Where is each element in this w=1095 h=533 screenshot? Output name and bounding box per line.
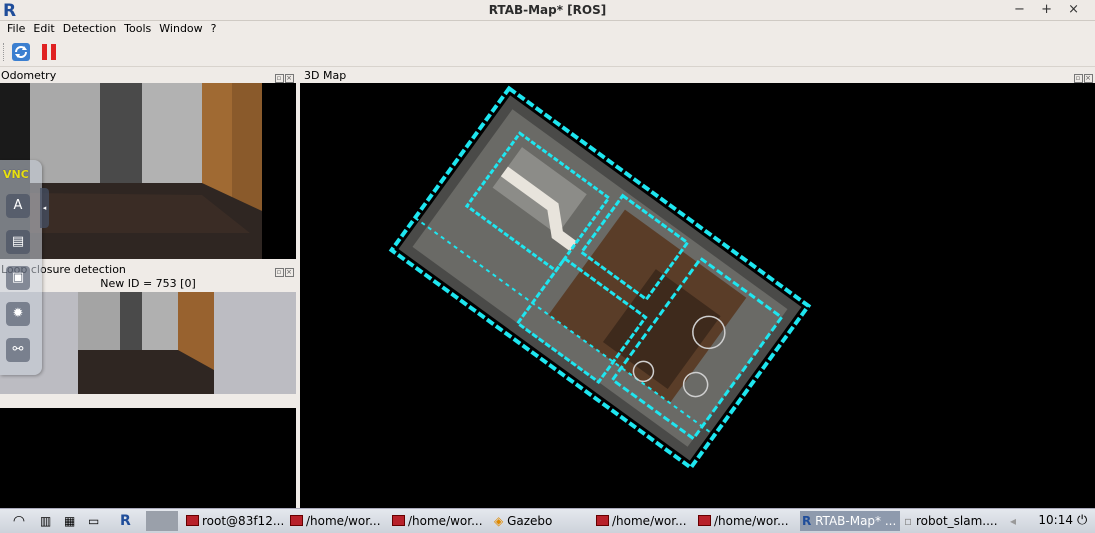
vnc-logo: VNC (3, 168, 29, 181)
empty-dock-area (0, 408, 296, 508)
workspace-switcher[interactable] (146, 511, 178, 531)
float-icon[interactable]: ▫ (1074, 74, 1083, 83)
map3d-title: 3D Map (304, 69, 347, 82)
terminal-icon (186, 515, 199, 526)
menu-bar: File Edit Detection Tools Window? (0, 21, 1095, 37)
rtabmap-launcher-icon[interactable]: R (120, 511, 136, 531)
menu-file[interactable]: File (3, 21, 29, 37)
float-icon[interactable]: ▫ (275, 268, 284, 277)
taskbar-item-terminal-4[interactable]: /home/wor... (596, 511, 694, 531)
window-title-bar: R RTAB-Map* [ROS] − + × (0, 0, 1095, 21)
browser-icon[interactable]: ▦ (64, 511, 82, 531)
taskbar-item-terminal-3[interactable]: /home/wor... (392, 511, 490, 531)
odometry-view (0, 83, 296, 259)
loop-closure-dock-title: Loop closure detection ▫ × (0, 262, 296, 277)
taskbar-item-robot-slam[interactable]: ▫ robot_slam.... (904, 511, 1004, 531)
loop-closure-view (0, 292, 296, 394)
odometry-dock-title: Odometry ▫ × (0, 68, 296, 83)
volume-icon[interactable]: ◂ (1010, 511, 1030, 531)
settings-icon[interactable]: ✹ (6, 302, 30, 326)
toolbar (0, 37, 1095, 67)
clipboard-icon[interactable]: ▤ (6, 230, 30, 254)
refresh-icon[interactable] (11, 42, 31, 62)
taskbar-item-gazebo[interactable]: ◈ Gazebo (494, 511, 586, 531)
loop-closure-spacer (0, 394, 296, 408)
taskbar-item-terminal-2[interactable]: /home/wor... (290, 511, 388, 531)
odometry-scene-image (0, 83, 296, 259)
close-icon[interactable]: × (1084, 74, 1093, 83)
taskbar-item-rtabmap[interactable]: R RTAB-Map* ... (800, 511, 900, 531)
rtabmap-icon: R (802, 514, 812, 528)
odometry-title: Odometry (1, 69, 57, 82)
menu-help[interactable]: ? (207, 21, 221, 37)
close-icon[interactable]: × (285, 268, 294, 277)
power-icon[interactable]: ⏻ (1077, 511, 1093, 531)
gazebo-icon: ◈ (494, 514, 504, 528)
map3d-dock-title: 3D Map ▫ × (300, 68, 1095, 83)
screenshot-icon[interactable]: ▣ (6, 266, 30, 290)
menu-detection[interactable]: Detection (59, 21, 120, 37)
desktop-icon[interactable]: ▭ (88, 511, 106, 531)
point-cloud-map (388, 85, 812, 471)
window-title: RTAB-Map* [ROS] (488, 3, 607, 17)
vnc-collapse-handle[interactable]: ◂ (40, 188, 49, 228)
file-manager-icon[interactable]: ▥ (40, 511, 58, 531)
close-icon[interactable]: × (285, 74, 294, 83)
menu-edit[interactable]: Edit (29, 21, 58, 37)
map3d-view[interactable] (300, 83, 1095, 508)
start-menu-icon[interactable]: ◠ (4, 511, 34, 531)
window-controls[interactable]: − + × (1014, 2, 1085, 17)
terminal-icon (698, 515, 711, 526)
pause-icon[interactable] (39, 42, 59, 62)
file-icon: ▫ (904, 514, 913, 528)
menu-tools[interactable]: Tools (120, 21, 155, 37)
terminal-icon (290, 515, 303, 526)
vnc-sidebar: VNC ◂ A ▤ ▣ ✹ ⚯ (0, 160, 49, 375)
toolbar-grip[interactable] (3, 43, 6, 61)
taskbar-item-terminal-5[interactable]: /home/wor... (698, 511, 796, 531)
menu-window[interactable]: Window (155, 21, 206, 37)
terminal-icon (392, 515, 405, 526)
terminal-icon (596, 515, 609, 526)
disconnect-icon[interactable]: ⚯ (6, 338, 30, 362)
clock: 10:14 (1038, 513, 1073, 527)
taskbar-item-terminal-1[interactable]: root@83f12... (186, 511, 286, 531)
taskbar: ◠ ▥ ▦ ▭ R root@83f12... /home/wor... /ho… (0, 508, 1095, 533)
float-icon[interactable]: ▫ (275, 74, 284, 83)
loop-closure-scene-image (0, 292, 296, 394)
keyboard-icon[interactable]: A (6, 194, 30, 218)
new-id-caption: New ID = 753 [0] (100, 277, 196, 290)
